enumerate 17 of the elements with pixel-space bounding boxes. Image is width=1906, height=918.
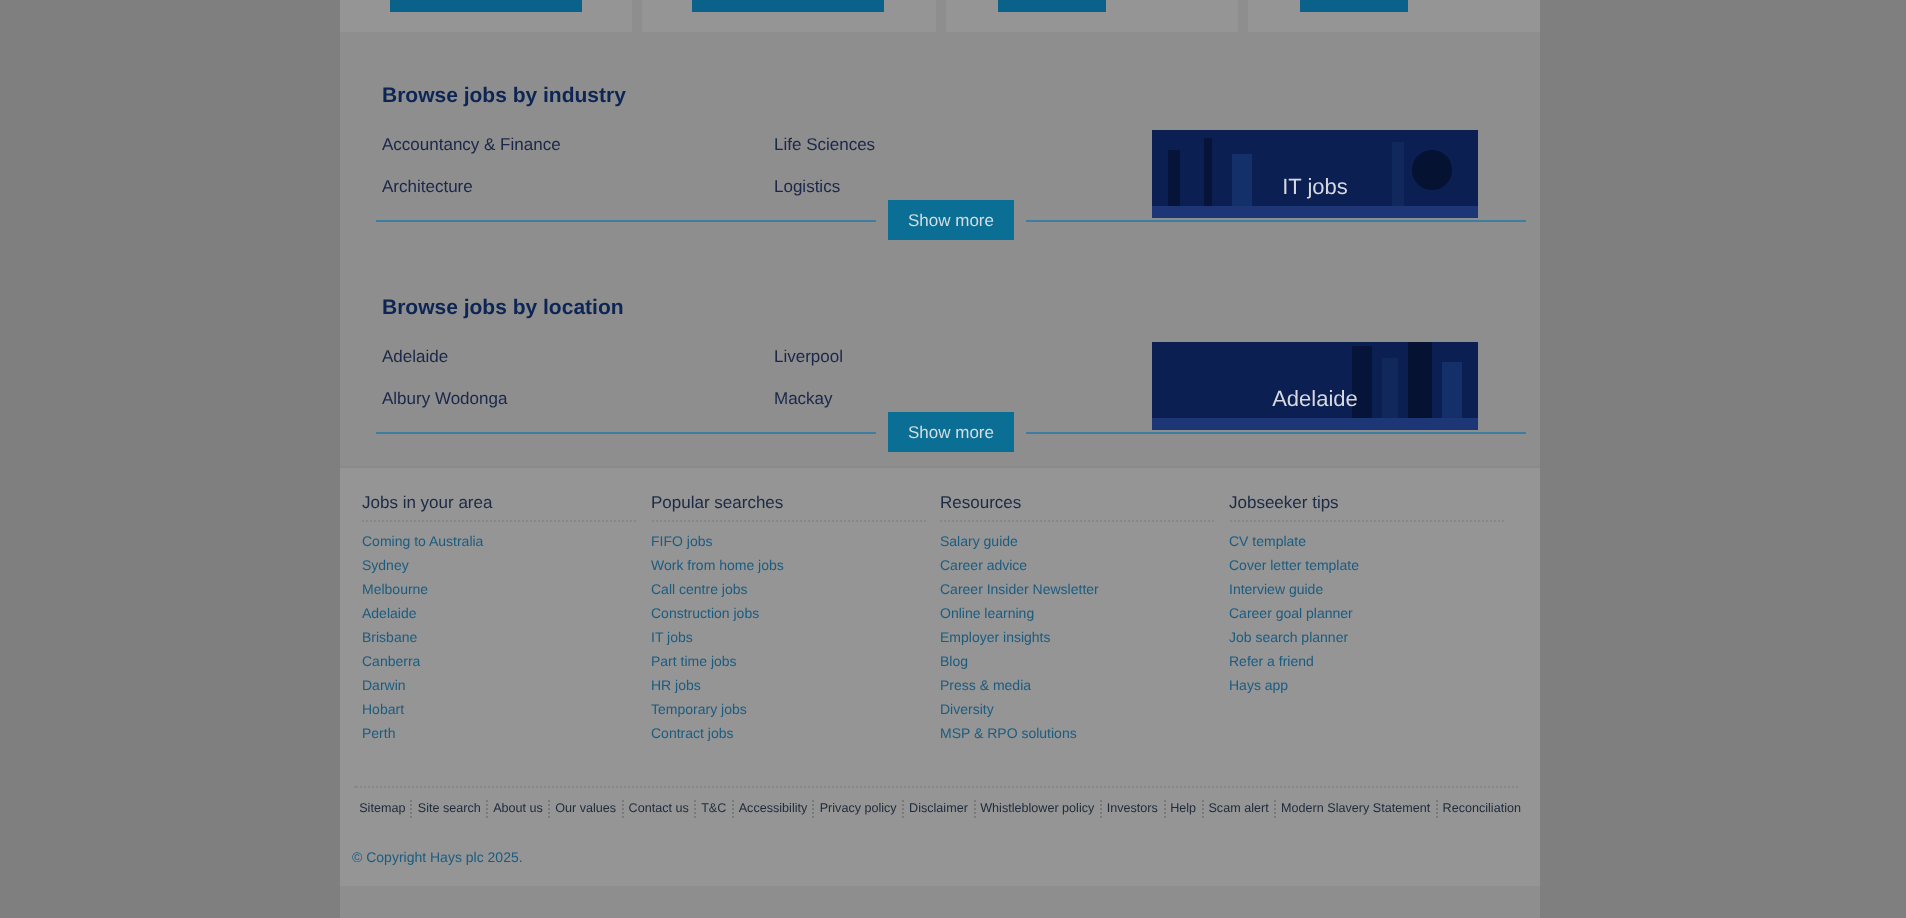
category-link[interactable]: Albury Wodonga — [382, 386, 768, 410]
section-heading: Browse jobs by industry — [382, 84, 628, 112]
footer-heading: Resources — [940, 492, 1214, 522]
footer-heading: Popular searches — [651, 492, 925, 522]
section-heading: Browse jobs by location — [382, 296, 626, 324]
show-more-button[interactable]: Show more — [888, 412, 1014, 452]
category-link[interactable]: Adelaide — [382, 344, 768, 368]
button[interactable] — [1299, 0, 1408, 12]
category-link[interactable]: Architecture — [382, 174, 768, 198]
button[interactable] — [692, 0, 885, 12]
button[interactable] — [390, 0, 583, 12]
feature-banner[interactable]: Adelaide — [1152, 342, 1478, 430]
feature-banner[interactable]: IT jobs — [1152, 130, 1478, 218]
footer-heading: Jobs in your area — [362, 492, 636, 522]
footer-heading: Jobseeker tips — [1229, 492, 1503, 522]
category-link[interactable]: Accountancy & Finance — [382, 132, 768, 156]
show-more-button[interactable]: Show more — [888, 200, 1014, 240]
